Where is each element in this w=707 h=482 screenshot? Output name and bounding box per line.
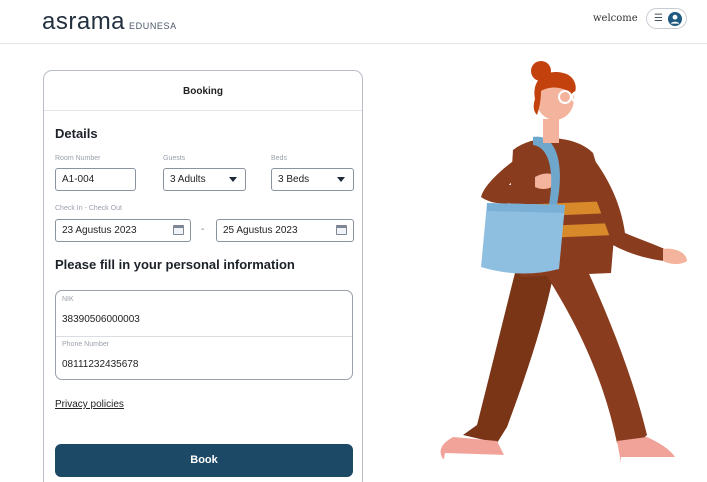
brand-logo[interactable]: asrama EDUNESA bbox=[42, 8, 177, 36]
beds-label: Beds bbox=[271, 155, 287, 162]
user-avatar-icon bbox=[668, 12, 682, 26]
calendar-icon[interactable] bbox=[336, 225, 347, 235]
check-out-value: 25 Agustus 2023 bbox=[223, 225, 298, 236]
guests-select[interactable]: 3 Adults bbox=[163, 168, 246, 191]
chevron-down-icon bbox=[337, 177, 345, 182]
calendar-icon[interactable] bbox=[173, 225, 184, 235]
chevron-down-icon bbox=[229, 177, 237, 182]
top-header: asrama EDUNESA welcome ☰ bbox=[0, 0, 707, 44]
guests-label: Guests bbox=[163, 155, 186, 162]
room-number-field[interactable]: A1-004 bbox=[55, 168, 136, 191]
room-number-value: A1-004 bbox=[62, 174, 95, 185]
beds-value: 3 Beds bbox=[278, 174, 310, 185]
walking-woman-illustration bbox=[440, 61, 687, 465]
menu-icon: ☰ bbox=[654, 13, 663, 24]
welcome-text: welcome bbox=[593, 13, 638, 24]
brand-name: asrama bbox=[42, 8, 126, 35]
personal-info-group: NIK 38390506000003 Phone Number 08111232… bbox=[55, 290, 353, 380]
room-number-label: Room Number bbox=[55, 155, 101, 162]
check-in-field[interactable]: 23 Agustus 2023 bbox=[55, 219, 191, 242]
card-title: Booking bbox=[44, 71, 362, 111]
nik-label: NIK bbox=[62, 296, 74, 303]
details-heading: Details bbox=[55, 126, 98, 141]
check-out-field[interactable]: 25 Agustus 2023 bbox=[216, 219, 354, 242]
date-separator: - bbox=[201, 224, 205, 235]
privacy-policies-link[interactable]: Privacy policies bbox=[55, 399, 124, 410]
phone-input[interactable]: 08111232435678 bbox=[62, 359, 138, 370]
beds-select[interactable]: 3 Beds bbox=[271, 168, 354, 191]
guests-value: 3 Adults bbox=[170, 174, 206, 185]
check-in-value: 23 Agustus 2023 bbox=[62, 225, 137, 236]
user-menu-button[interactable]: ☰ bbox=[646, 8, 687, 29]
book-button[interactable]: Book bbox=[55, 444, 353, 477]
personal-info-heading: Please fill in your personal information bbox=[55, 257, 295, 272]
brand-subtitle: EDUNESA bbox=[129, 21, 177, 31]
booking-card: Booking Details Room Number A1-004 Guest… bbox=[43, 70, 363, 482]
nik-input[interactable]: 38390506000003 bbox=[62, 314, 140, 325]
check-in-out-label: Check In - Check Out bbox=[55, 205, 122, 212]
phone-label: Phone Number bbox=[62, 341, 110, 348]
info-divider bbox=[56, 336, 352, 337]
